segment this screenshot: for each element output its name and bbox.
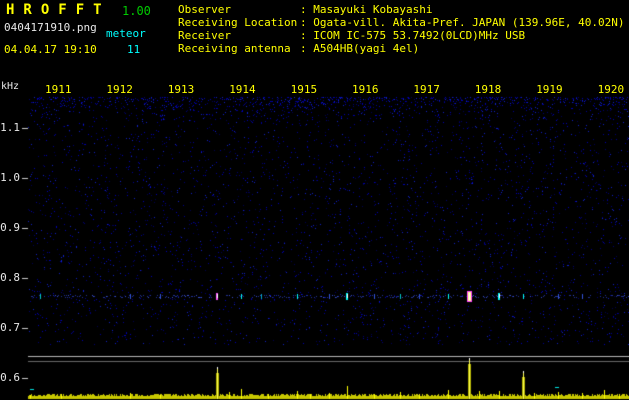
- frequency-unit-label: kHz: [1, 81, 20, 92]
- info-value: : Masayuki Kobayashi: [300, 3, 433, 16]
- info-row: Receiving Location: Ogata-vill. Akita-Pr…: [178, 16, 625, 29]
- time-tick-label: 1911: [45, 83, 72, 96]
- meteor-count: 11: [127, 43, 141, 56]
- freq-tick-label: 0.6: [0, 371, 20, 384]
- info-label: Receiving Location: [178, 16, 298, 29]
- time-tick-label: 1919: [536, 83, 563, 96]
- info-value: : ICOM IC-575 53.7492(0LCD)MHz USB: [300, 29, 526, 42]
- time-tick-label: 1917: [413, 83, 440, 96]
- freq-tick-label: 0.9: [0, 221, 20, 234]
- info-value: : Ogata-vill. Akita-Pref. JAPAN (139.96E…: [300, 16, 625, 29]
- freq-tick-label: 0.8: [0, 271, 20, 284]
- app-version: 1.00: [122, 4, 151, 18]
- datetime-label: 04.04.17 19:10: [4, 43, 97, 56]
- time-tick-label: 1915: [290, 83, 318, 96]
- info-value: : A504HB(yagi 4el): [300, 42, 420, 55]
- time-tick-label: 1912: [106, 83, 133, 96]
- output-filename: 0404171910.png: [4, 21, 97, 34]
- time-tick-label: 1913: [167, 83, 195, 96]
- spectrogram-canvas: [0, 0, 629, 400]
- info-label: Observer: [178, 3, 231, 16]
- time-tick-label: 1918: [474, 83, 502, 96]
- info-row: Observer : Masayuki Kobayashi: [178, 3, 625, 16]
- info-row: Receiver : ICOM IC-575 53.7492(0LCD)MHz U…: [178, 29, 625, 42]
- time-tick-label: 1920: [597, 83, 625, 96]
- info-row: Receiving antenna : A504HB(yagi 4el): [178, 42, 625, 55]
- mode-label: meteor: [106, 27, 146, 40]
- hrofft-output-screen: HROFFT 1.00 0404171910.png meteor 04.04.…: [0, 0, 629, 400]
- time-tick-label: 1916: [352, 83, 379, 96]
- info-label: Receiving antenna: [178, 42, 291, 55]
- info-label: Receiver: [178, 29, 231, 42]
- freq-tick-label: 1.0: [0, 171, 20, 184]
- freq-tick-label: 0.7: [0, 321, 20, 334]
- freq-tick-label: 1.1: [0, 121, 20, 134]
- time-tick-label: 1914: [229, 83, 256, 96]
- station-info: Observer : Masayuki Kobayashi Receiving Lo…: [178, 3, 625, 55]
- app-title: HROFFT: [6, 2, 111, 18]
